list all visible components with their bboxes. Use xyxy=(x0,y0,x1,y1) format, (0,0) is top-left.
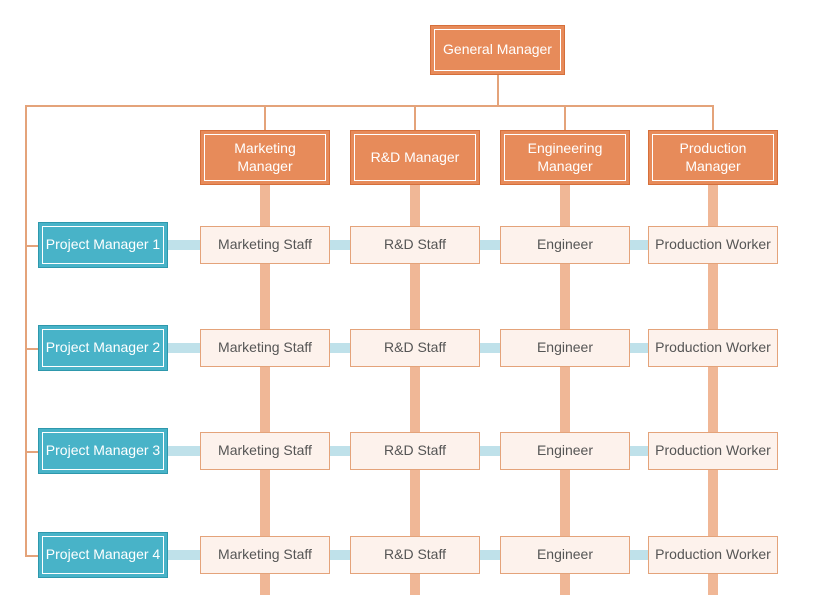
node-staff: Marketing Staff xyxy=(200,329,330,367)
connector xyxy=(25,105,713,107)
node-staff: Engineer xyxy=(500,226,630,264)
node-project-manager: Project Manager 1 xyxy=(38,222,168,268)
node-label: Project Manager 4 xyxy=(46,546,160,564)
connector xyxy=(25,245,38,247)
node-staff: Production Worker xyxy=(648,432,778,470)
node-staff: Marketing Staff xyxy=(200,536,330,574)
node-label: R&D Staff xyxy=(384,339,446,357)
node-label: Engineer xyxy=(537,442,593,460)
node-staff: R&D Staff xyxy=(350,432,480,470)
connector xyxy=(497,75,499,105)
connector xyxy=(414,105,416,130)
node-label: Production Worker xyxy=(655,236,771,254)
node-functional-manager: R&D Manager xyxy=(350,130,480,185)
node-label: Marketing Staff xyxy=(218,546,312,564)
node-staff: Marketing Staff xyxy=(200,226,330,264)
connector xyxy=(25,555,38,557)
connector xyxy=(564,105,566,130)
connector xyxy=(712,105,714,130)
node-functional-manager: Production Manager xyxy=(648,130,778,185)
node-staff: Marketing Staff xyxy=(200,432,330,470)
node-label: R&D Staff xyxy=(384,442,446,460)
connector xyxy=(25,451,38,453)
node-label: Marketing Staff xyxy=(218,339,312,357)
node-staff: Engineer xyxy=(500,432,630,470)
node-label: Project Manager 3 xyxy=(46,442,160,460)
node-project-manager: Project Manager 4 xyxy=(38,532,168,578)
node-functional-manager: Marketing Manager xyxy=(200,130,330,185)
node-label: Production Worker xyxy=(655,546,771,564)
connector xyxy=(25,348,38,350)
org-chart: General Manager Marketing Manager R&D Ma… xyxy=(0,0,813,599)
node-functional-manager: Engineering Manager xyxy=(500,130,630,185)
node-label: R&D Staff xyxy=(384,236,446,254)
node-label: Project Manager 1 xyxy=(46,236,160,254)
node-label: R&D Manager xyxy=(371,149,460,167)
node-staff: Production Worker xyxy=(648,226,778,264)
node-label: Engineer xyxy=(537,546,593,564)
node-general-manager: General Manager xyxy=(430,25,565,75)
node-staff: Engineer xyxy=(500,329,630,367)
node-label: General Manager xyxy=(443,41,552,59)
node-label: Marketing Staff xyxy=(218,442,312,460)
node-label: Marketing Staff xyxy=(218,236,312,254)
connector xyxy=(264,105,266,130)
node-project-manager: Project Manager 2 xyxy=(38,325,168,371)
node-label: Marketing Manager xyxy=(205,140,325,175)
node-project-manager: Project Manager 3 xyxy=(38,428,168,474)
node-label: Engineer xyxy=(537,339,593,357)
node-label: Engineering Manager xyxy=(505,140,625,175)
connector xyxy=(25,105,27,557)
node-label: Production Worker xyxy=(655,339,771,357)
node-staff: R&D Staff xyxy=(350,226,480,264)
node-staff: Engineer xyxy=(500,536,630,574)
node-staff: R&D Staff xyxy=(350,536,480,574)
node-label: Production Worker xyxy=(655,442,771,460)
node-staff: Production Worker xyxy=(648,329,778,367)
node-label: Production Manager xyxy=(653,140,773,175)
node-staff: Production Worker xyxy=(648,536,778,574)
node-label: R&D Staff xyxy=(384,546,446,564)
node-label: Engineer xyxy=(537,236,593,254)
node-staff: R&D Staff xyxy=(350,329,480,367)
node-label: Project Manager 2 xyxy=(46,339,160,357)
